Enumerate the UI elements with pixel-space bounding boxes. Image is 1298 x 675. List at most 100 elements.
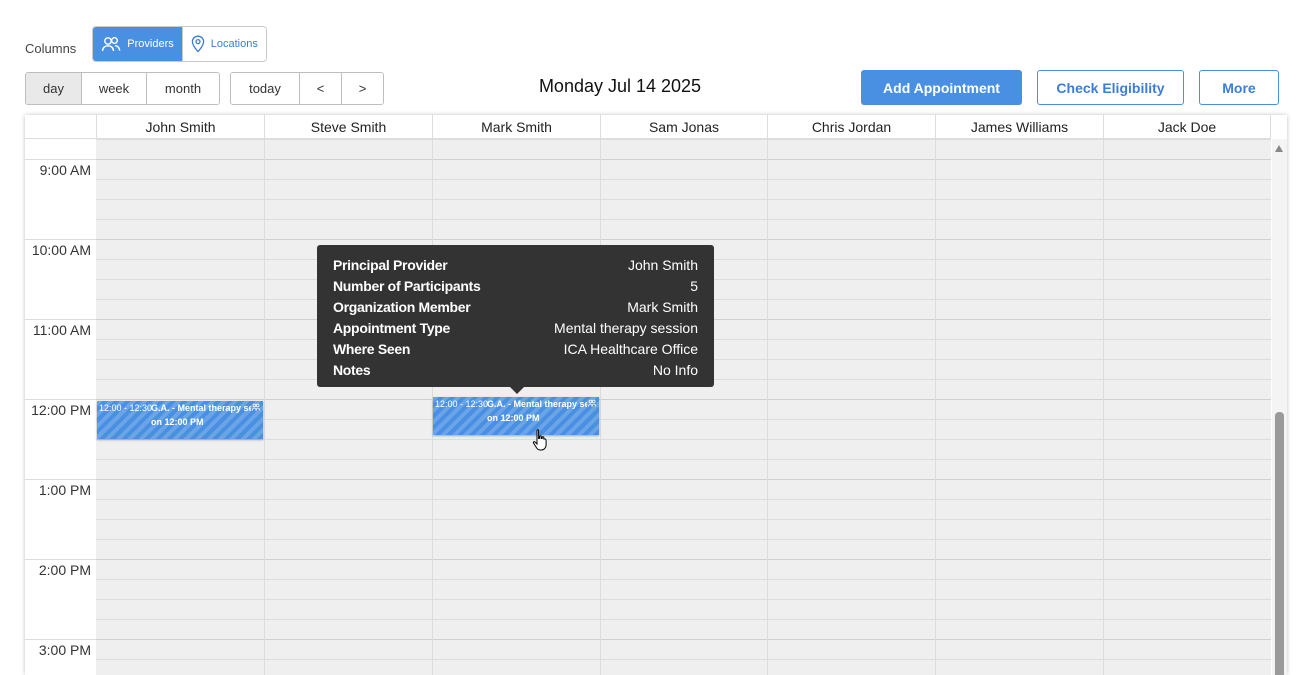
time-label: 12:00 PM [31, 402, 91, 418]
event-title: G.A. - Mental therapy session [487, 399, 587, 409]
scrollbar-thumb[interactable] [1275, 412, 1284, 675]
column-divider [767, 139, 768, 675]
tooltip-value: Mental therapy session [554, 319, 698, 336]
tooltip-row: Principal Provider John Smith [333, 254, 698, 275]
add-appointment-button[interactable]: Add Appointment [861, 70, 1022, 105]
grid-line [96, 479, 1271, 480]
grid-line [96, 399, 1271, 400]
time-tick [25, 559, 96, 560]
tooltip-label: Appointment Type [333, 319, 451, 336]
time-grid[interactable] [96, 139, 1271, 675]
grid-line [96, 579, 1271, 580]
time-label: 9:00 AM [39, 162, 91, 178]
view-switcher: day week month [25, 72, 220, 105]
tooltip-row: Organization Member Mark Smith [333, 296, 698, 317]
provider-column-header[interactable]: Jack Doe [1103, 115, 1271, 138]
time-tick [25, 159, 96, 160]
providers-toggle-label: Providers [127, 38, 174, 50]
provider-column-header[interactable]: Sam Jonas [600, 115, 767, 138]
time-tick [25, 319, 96, 320]
calendar-day-view: John Smith Steve Smith Mark Smith Sam Jo… [25, 115, 1287, 675]
tooltip-value: John Smith [627, 256, 698, 273]
event-time: 12:00 - 12:30 [99, 403, 153, 413]
provider-column-header[interactable]: Chris Jordan [767, 115, 935, 138]
column-divider [935, 139, 936, 675]
time-label: 10:00 AM [31, 242, 91, 258]
time-tick [25, 239, 96, 240]
tooltip-label: Where Seen [333, 340, 411, 357]
hand-cursor-icon [532, 428, 550, 457]
time-tick [25, 639, 96, 640]
tooltip-row: Where Seen ICA Healthcare Office [333, 338, 698, 359]
tooltip-row: Appointment Type Mental therapy session [333, 317, 698, 338]
provider-column-header[interactable]: Mark Smith [432, 115, 600, 138]
time-label: 2:00 PM [38, 562, 91, 578]
grid-line [96, 639, 1271, 640]
grid-line [96, 439, 1271, 440]
columns-toggle-row: Columns Providers Locations [25, 26, 267, 62]
scroll-up-arrow-icon[interactable] [1275, 145, 1283, 152]
group-icon [252, 403, 261, 411]
tooltip-label: Organization Member [333, 298, 471, 315]
provider-column-header[interactable]: James Williams [935, 115, 1103, 138]
grid-line [96, 139, 1271, 140]
tooltip-label: Number of Participants [333, 277, 481, 294]
month-view-button[interactable]: month [146, 73, 219, 104]
tooltip-label: Principal Provider [333, 256, 448, 273]
more-button[interactable]: More [1199, 70, 1279, 105]
tooltip-value: No Info [652, 361, 698, 378]
tooltip-label: Notes [333, 361, 371, 378]
time-label: 11:00 AM [32, 322, 91, 338]
check-eligibility-button[interactable]: Check Eligibility [1037, 70, 1184, 105]
users-icon [101, 36, 121, 52]
grid-line [96, 659, 1271, 660]
event-time: 12:00 - 12:30 [435, 399, 489, 409]
column-divider [1103, 139, 1104, 675]
providers-toggle-button[interactable]: Providers [93, 27, 182, 61]
previous-button[interactable]: < [299, 73, 341, 104]
locations-toggle-button[interactable]: Locations [181, 27, 266, 61]
locations-toggle-label: Locations [210, 38, 258, 50]
event-title: G.A. - Mental therapy session [151, 403, 251, 413]
time-label: 3:00 PM [38, 642, 91, 658]
appointment-tooltip: Principal Provider John Smith Number of P… [317, 245, 714, 394]
today-button[interactable]: today [231, 73, 299, 104]
date-navigation: today < > [230, 72, 384, 105]
grid-line [96, 559, 1271, 560]
appointment-event[interactable]: 12:00 - 12:30 G.A. - Mental therapy sess… [433, 397, 599, 435]
grid-line [96, 599, 1271, 600]
column-divider [264, 139, 265, 675]
grid-line [96, 179, 1271, 180]
next-button[interactable]: > [341, 73, 383, 104]
tooltip-value: ICA Healthcare Office [563, 340, 698, 357]
tooltip-value: 5 [690, 277, 698, 294]
group-icon [588, 399, 597, 407]
time-tick [25, 399, 96, 400]
tooltip-row: Notes No Info [333, 359, 698, 380]
day-view-button[interactable]: day [26, 73, 81, 104]
event-subtitle: on 12:00 PM [487, 413, 540, 423]
grid-line [96, 419, 1271, 420]
columns-label: Columns [25, 40, 77, 56]
grid-line [96, 199, 1271, 200]
tooltip-value: Mark Smith [627, 298, 698, 315]
tooltip-row: Number of Participants 5 [333, 275, 698, 296]
provider-column-header[interactable]: John Smith [96, 115, 264, 138]
appointment-event[interactable]: 12:00 - 12:30 G.A. - Mental therapy sess… [97, 401, 263, 439]
event-subtitle: on 12:00 PM [151, 417, 204, 427]
week-view-button[interactable]: week [81, 73, 146, 104]
grid-line [96, 239, 1271, 240]
provider-column-header[interactable]: Steve Smith [264, 115, 432, 138]
vertical-scrollbar[interactable] [1272, 139, 1287, 675]
grid-line [96, 219, 1271, 220]
grid-line [96, 499, 1271, 500]
column-divider [600, 139, 601, 675]
date-title: Monday Jul 14 2025 [538, 76, 702, 96]
time-tick [25, 479, 96, 480]
grid-line [96, 459, 1271, 460]
grid-line [96, 619, 1271, 620]
location-pin-icon [191, 35, 205, 53]
grid-line [96, 519, 1271, 520]
grid-line [96, 159, 1271, 160]
time-label: 1:00 PM [38, 482, 91, 498]
